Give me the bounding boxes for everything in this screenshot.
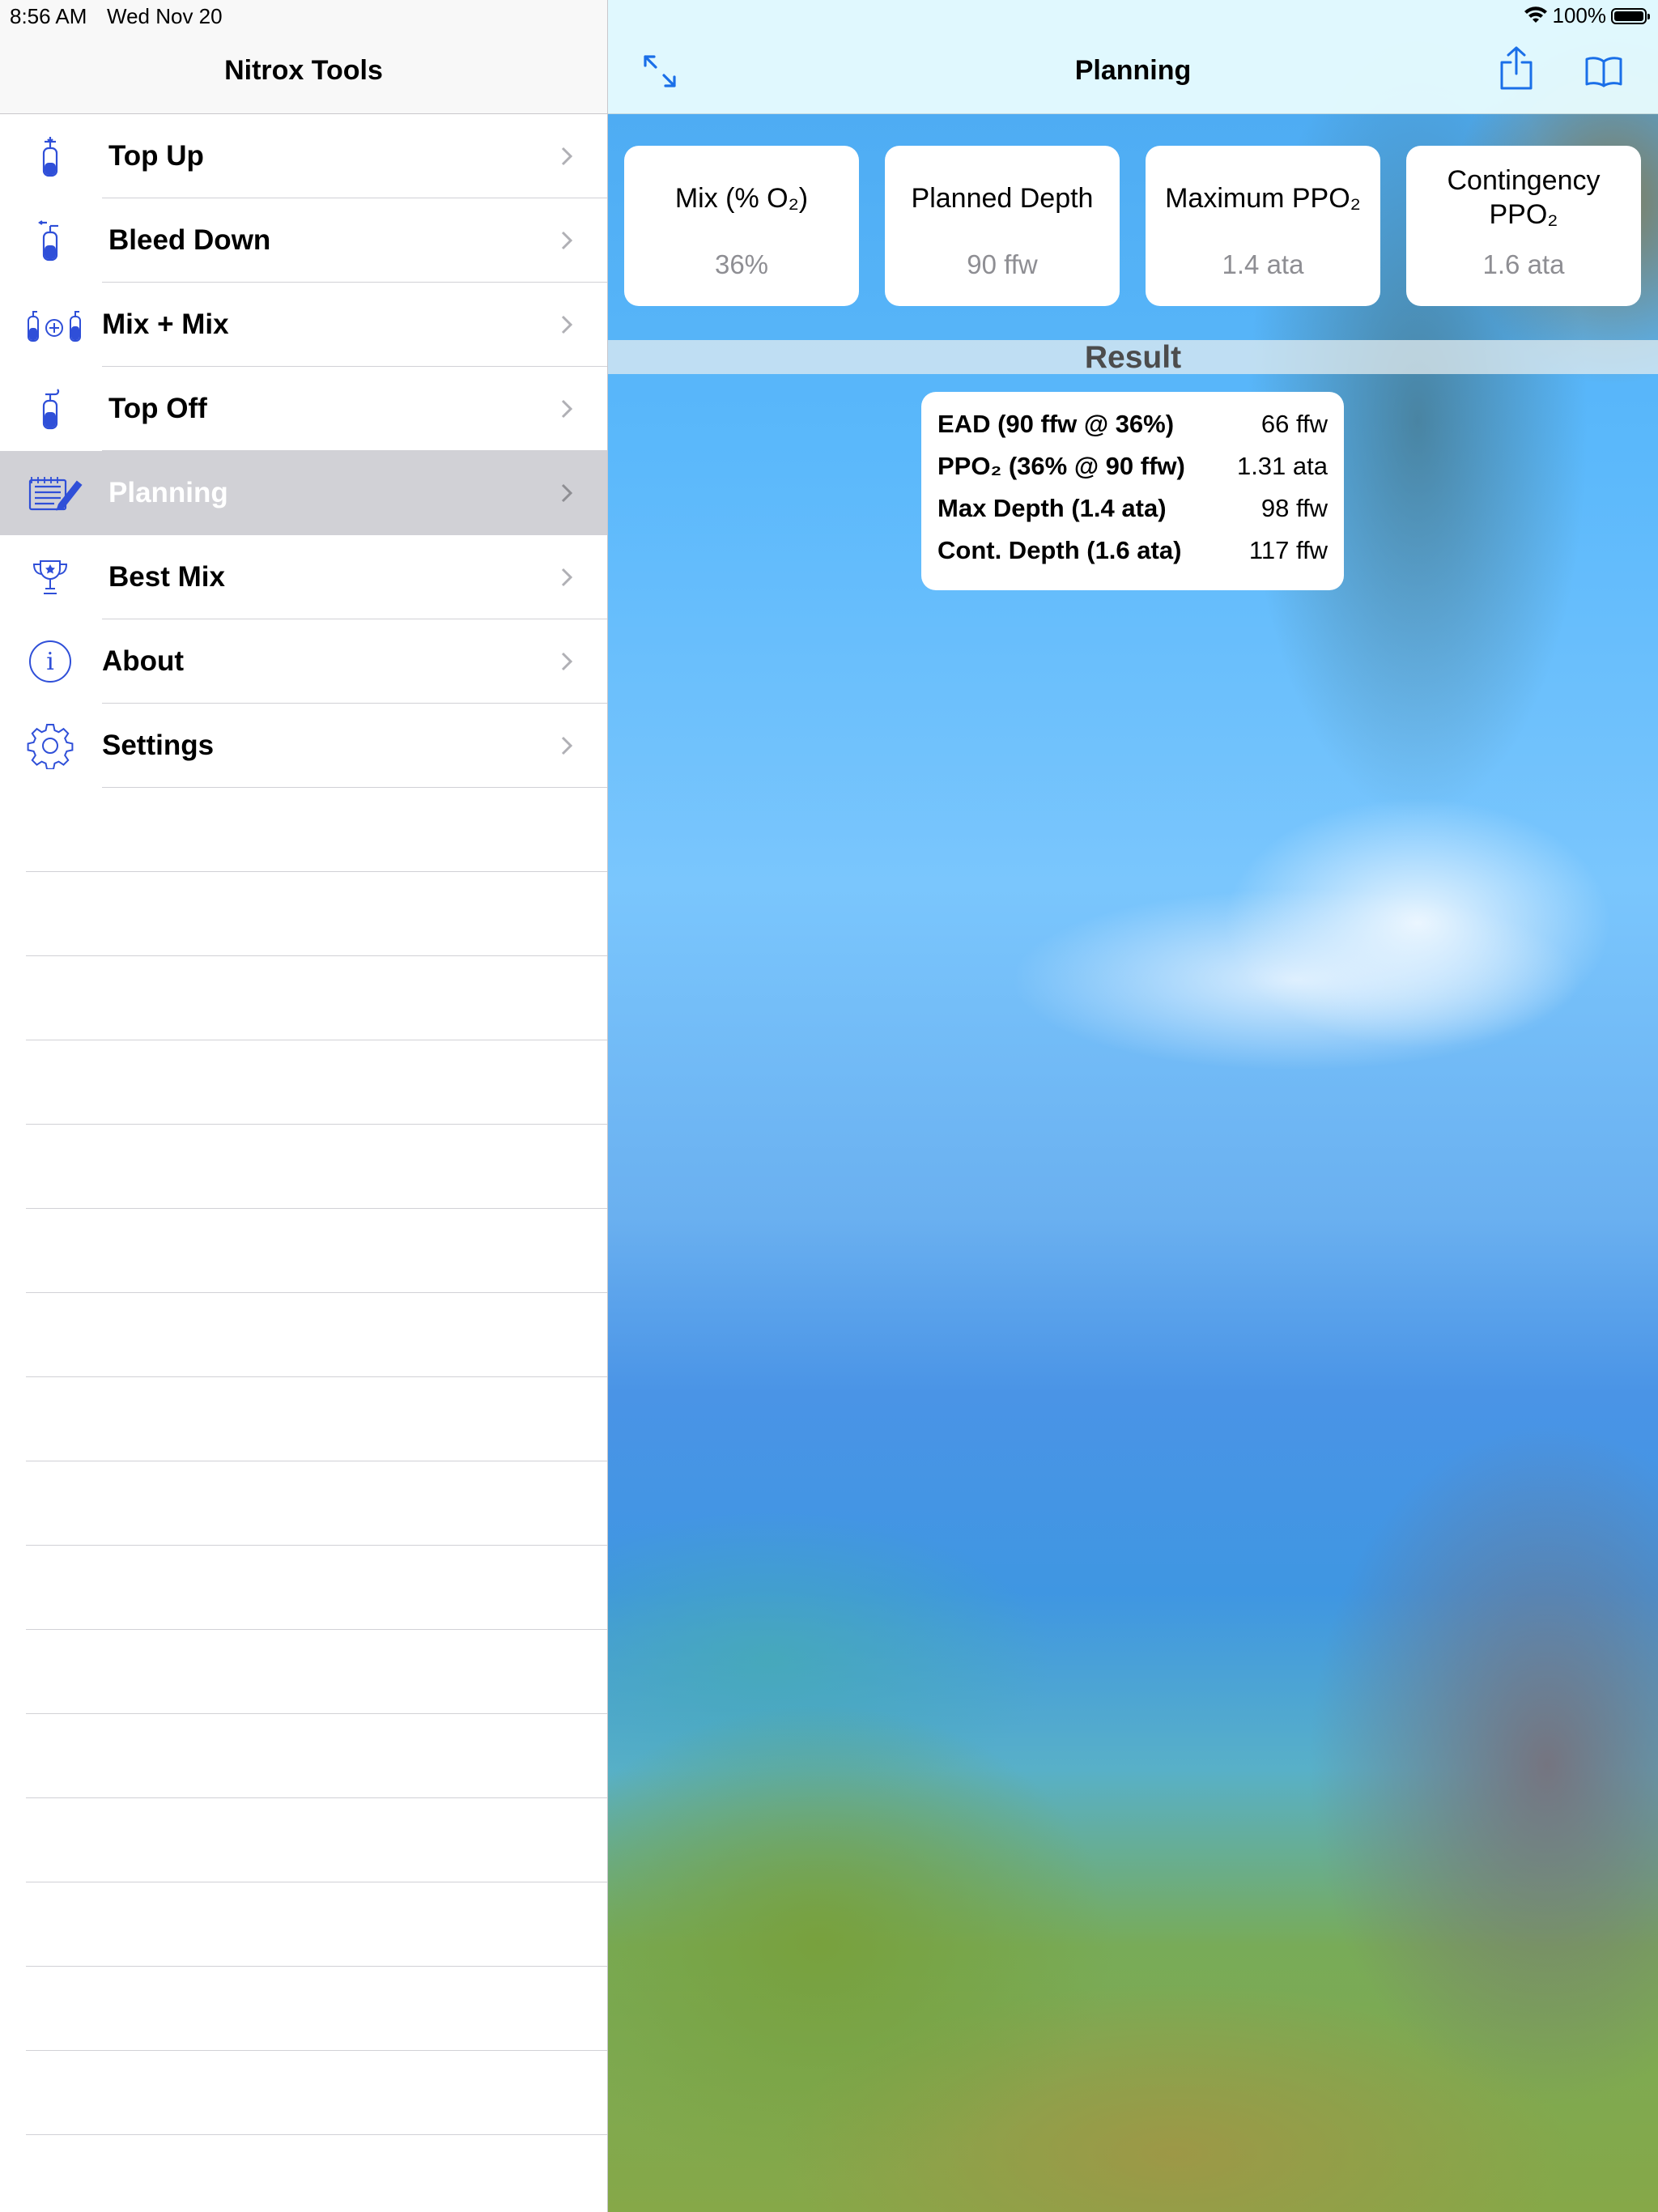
planning-inputs: Mix (% O₂) 36% Planned Depth 90 ffw Maxi… bbox=[624, 146, 1644, 306]
chevron-right-icon bbox=[561, 399, 573, 419]
planned-depth-input-card[interactable]: Planned Depth 90 ffw bbox=[885, 146, 1120, 306]
sidebar-item-label: Planning bbox=[108, 477, 228, 508]
book-icon bbox=[1585, 57, 1622, 87]
card-label: Mix (% O₂) bbox=[674, 183, 809, 214]
share-button[interactable] bbox=[1495, 46, 1537, 90]
card-label: Planned Depth bbox=[911, 183, 1094, 214]
sidebar: Nitrox Tools Top Up Bleed Down Mix + Mix… bbox=[0, 0, 607, 2212]
result-value: 66 ffw bbox=[1261, 410, 1328, 438]
sidebar-item-bleed-down[interactable]: Bleed Down bbox=[0, 198, 607, 283]
tanks-mix-icon bbox=[26, 300, 83, 349]
sidebar-item-mix-mix[interactable]: Mix + Mix bbox=[0, 283, 607, 367]
info-icon: i bbox=[24, 637, 76, 686]
split-divider bbox=[607, 0, 608, 2212]
sidebar-item-label: About bbox=[102, 645, 185, 677]
chevron-right-icon bbox=[561, 231, 573, 250]
trophy-icon bbox=[24, 553, 76, 602]
sidebar-item-planning[interactable]: Planning bbox=[0, 451, 607, 535]
chevron-right-icon bbox=[561, 568, 573, 587]
card-value: 1.4 ata bbox=[1222, 249, 1304, 279]
sidebar-item-label: Top Off bbox=[108, 393, 207, 424]
reference-book-button[interactable] bbox=[1583, 50, 1625, 92]
sidebar-item-best-mix[interactable]: Best Mix bbox=[0, 535, 607, 619]
share-icon bbox=[1500, 46, 1533, 90]
tank-top-off-icon bbox=[24, 385, 76, 433]
planning-notepad-icon bbox=[26, 469, 84, 517]
chevron-right-icon bbox=[561, 315, 573, 334]
result-row-max-depth: Max Depth (1.4 ata) 98 ffw bbox=[937, 487, 1328, 530]
detail-pane: Planning Mix (% O₂) 36% Planned Depth 90… bbox=[608, 0, 1658, 2212]
sidebar-title: Nitrox Tools bbox=[224, 55, 383, 86]
card-label-line-2: PPO₂ bbox=[1489, 199, 1558, 230]
card-value: 36% bbox=[714, 249, 769, 279]
sidebar-item-label: Settings bbox=[102, 730, 215, 761]
chevron-right-icon bbox=[561, 483, 573, 503]
result-card: EAD (90 ffw @ 36%) 66 ffw PPO₂ (36% @ 90… bbox=[921, 392, 1344, 590]
sidebar-nav-bar: Nitrox Tools bbox=[0, 0, 607, 114]
result-value: 98 ffw bbox=[1261, 494, 1328, 522]
result-label: Max Depth (1.4 ata) bbox=[937, 494, 1167, 522]
sidebar-item-about[interactable]: i About bbox=[0, 619, 607, 704]
result-label: PPO₂ (36% @ 90 ffw) bbox=[937, 452, 1185, 480]
result-label: Cont. Depth (1.6 ata) bbox=[937, 536, 1182, 564]
card-value: 1.6 ata bbox=[1482, 249, 1565, 279]
tool-menu: Top Up Bleed Down Mix + Mix Top Off Plan… bbox=[0, 114, 607, 788]
svg-text:i: i bbox=[46, 648, 54, 676]
mix-o2-input-card[interactable]: Mix (% O₂) 36% bbox=[624, 146, 859, 306]
chevron-right-icon bbox=[561, 736, 573, 755]
tank-top-up-icon bbox=[24, 132, 76, 181]
empty-table-rows bbox=[0, 788, 607, 2212]
card-label: Maximum PPO₂ bbox=[1165, 183, 1361, 214]
sidebar-item-label: Top Up bbox=[108, 140, 204, 172]
tank-bleed-down-icon bbox=[24, 216, 76, 265]
detail-nav-bar: Planning bbox=[608, 0, 1658, 114]
result-row-cont-depth: Cont. Depth (1.6 ata) 117 ffw bbox=[937, 530, 1328, 572]
sidebar-item-settings[interactable]: Settings bbox=[0, 704, 607, 788]
result-value: 117 ffw bbox=[1248, 536, 1328, 564]
sidebar-item-top-up[interactable]: Top Up bbox=[0, 114, 607, 198]
sidebar-item-top-off[interactable]: Top Off bbox=[0, 367, 607, 451]
chevron-right-icon bbox=[561, 652, 573, 671]
maximum-ppo2-input-card[interactable]: Maximum PPO₂ 1.4 ata bbox=[1146, 146, 1380, 306]
result-row-ppo2: PPO₂ (36% @ 90 ffw) 1.31 ata bbox=[937, 445, 1328, 487]
result-value: 1.31 ata bbox=[1236, 452, 1328, 480]
result-label: EAD (90 ffw @ 36%) bbox=[937, 410, 1175, 438]
sidebar-item-label: Bleed Down bbox=[108, 224, 271, 256]
gear-icon bbox=[24, 721, 76, 770]
sidebar-item-label: Mix + Mix bbox=[102, 308, 229, 340]
contingency-ppo2-input-card[interactable]: Contingency PPO₂ 1.6 ata bbox=[1406, 146, 1641, 306]
chevron-right-icon bbox=[561, 147, 573, 166]
result-section-header: Result bbox=[608, 340, 1658, 375]
sidebar-item-label: Best Mix bbox=[108, 561, 225, 593]
card-label-line-1: Contingency bbox=[1447, 165, 1601, 196]
result-row-ead: EAD (90 ffw @ 36%) 66 ffw bbox=[937, 403, 1328, 445]
card-value: 90 ffw bbox=[967, 249, 1038, 279]
